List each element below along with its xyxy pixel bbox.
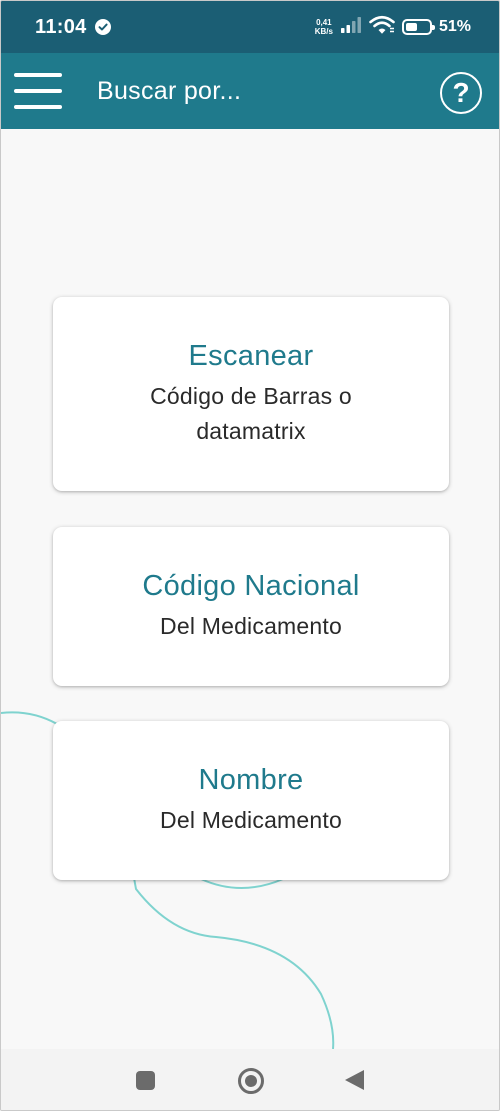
- home-button[interactable]: [238, 1068, 264, 1094]
- national-code-card-title: Código Nacional: [142, 569, 360, 602]
- help-button[interactable]: ?: [440, 72, 482, 114]
- page-title: Buscar por...: [97, 77, 242, 105]
- status-bar: 11:04 0,41 KB/s 51%: [1, 1, 499, 53]
- network-speed-value: 0,41: [316, 18, 332, 27]
- check-circle-icon: [94, 19, 111, 35]
- status-time: 11:04: [35, 15, 87, 38]
- battery-fill: [405, 23, 418, 31]
- national-code-card-subtitle: Del Medicamento: [160, 612, 342, 639]
- status-left: 11:04: [35, 16, 111, 39]
- network-speed-unit: KB/s: [314, 27, 333, 36]
- scan-card[interactable]: Escanear Código de Barras o datamatrix: [53, 297, 449, 491]
- home-dot-icon: [245, 1075, 257, 1087]
- menu-icon[interactable]: [14, 73, 62, 109]
- app-bar: Buscar por... ?: [1, 53, 499, 129]
- status-right: 0,41 KB/s 51%: [315, 15, 471, 40]
- name-card[interactable]: Nombre Del Medicamento: [53, 721, 449, 880]
- battery-icon: [401, 19, 435, 35]
- name-card-title: Nombre: [198, 763, 304, 796]
- name-card-subtitle: Del Medicamento: [160, 806, 342, 833]
- back-button[interactable]: [345, 1070, 364, 1090]
- screen: 11:04 0,41 KB/s 51% Buscar por... ? Esca…: [0, 0, 500, 1111]
- network-speed: 0,41 KB/s: [315, 18, 333, 36]
- signal-icon: [340, 16, 362, 39]
- help-icon: ?: [452, 77, 470, 108]
- navigation-bar: [1, 1049, 499, 1110]
- recents-button[interactable]: [136, 1071, 155, 1090]
- scan-card-subtitle: Código de Barras o datamatrix: [150, 382, 352, 444]
- scan-card-title: Escanear: [188, 339, 314, 372]
- battery-percent: 51%: [438, 18, 471, 35]
- wifi-icon: [369, 15, 395, 40]
- national-code-card[interactable]: Código Nacional Del Medicamento: [53, 527, 449, 686]
